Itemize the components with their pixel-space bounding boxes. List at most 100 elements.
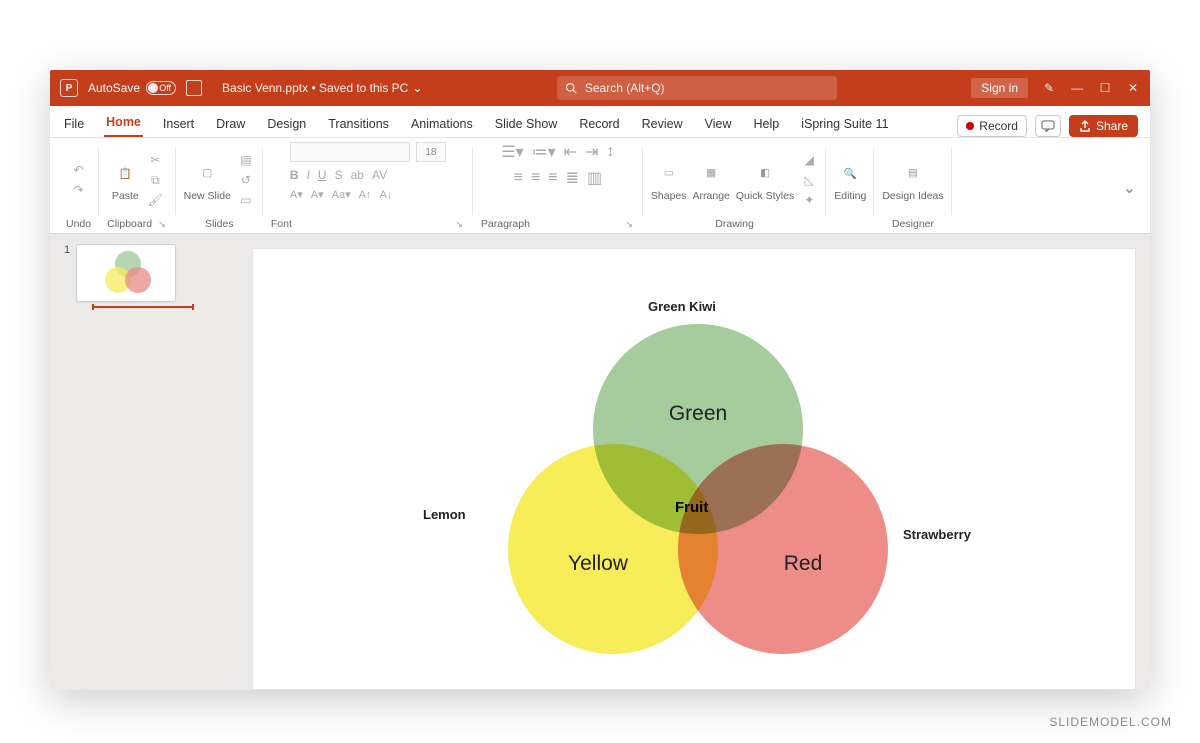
tab-help[interactable]: Help [751,111,781,137]
tab-animations[interactable]: Animations [409,111,475,137]
sign-in-button[interactable]: Sign in [971,78,1028,98]
toggle-switch[interactable]: Off [146,81,176,95]
watermark: SLIDEMODEL.COM [1049,715,1172,729]
maximize-button[interactable]: ☐ [1098,81,1112,95]
venn-circle-red[interactable]: Red [678,444,888,654]
search-icon [565,82,577,94]
shrink-font-button[interactable]: A↓ [379,189,392,201]
tab-review[interactable]: Review [640,111,685,137]
paste-button[interactable]: 📋Paste [110,158,140,202]
font-size-input[interactable]: 18 [416,142,446,162]
slide-canvas[interactable]: Green Kiwi Lemon Strawberry Green Yellow… [252,248,1136,690]
design-ideas-button[interactable]: ▤Design Ideas [882,158,943,202]
tab-ispring[interactable]: iSpring Suite 11 [799,111,890,137]
font-launcher[interactable]: ↘ [455,219,463,230]
comment-icon [1041,120,1055,132]
record-button[interactable]: Record [957,115,1027,137]
spacing-button[interactable]: AV [372,168,387,182]
ribbon: ↶↷ Undo 📋Paste ✂⧉🖌 Clipboard↘ ▢New Slide… [50,138,1150,234]
autosave-toggle[interactable]: AutoSave Off [88,81,176,95]
shape-fill-icon[interactable]: ◢ [800,152,818,168]
powerpoint-icon: P [60,79,78,97]
reset-icon[interactable]: ↺ [237,172,255,188]
thumbnail-selection-indicator [92,306,194,308]
share-button[interactable]: Share [1069,115,1138,137]
new-slide-button[interactable]: ▢New Slide [184,158,231,202]
editing-button[interactable]: 🔍Editing [834,158,866,202]
cut-icon[interactable]: ✂ [146,152,164,168]
document-title[interactable]: Basic Venn.pptx • Saved to this PC⌄ [222,81,422,95]
numbering-button[interactable]: ≔▾ [532,142,556,162]
canvas-area: Green Kiwi Lemon Strawberry Green Yellow… [250,234,1150,690]
minimize-button[interactable]: — [1070,81,1084,95]
font-color-button[interactable]: A▾ [290,188,303,201]
record-dot-icon [966,122,974,130]
tab-insert[interactable]: Insert [161,111,196,137]
venn-center-label: Fruit [675,499,708,516]
paragraph-launcher[interactable]: ↘ [625,219,633,230]
tab-view[interactable]: View [703,111,734,137]
tab-draw[interactable]: Draw [214,111,247,137]
underline-button[interactable]: U [318,168,327,182]
arrange-icon: ▦ [696,158,726,188]
align-right-button[interactable]: ≡ [548,169,557,187]
grow-font-button[interactable]: A↑ [359,189,372,201]
align-center-button[interactable]: ≡ [531,169,540,187]
shape-effects-icon[interactable]: ✦ [800,192,818,208]
undo-icon[interactable]: ↶ [70,162,88,178]
group-designer: ▤Design Ideas Designer [874,142,951,233]
columns-button[interactable]: ▥ [587,168,602,188]
quick-styles-icon: ◧ [750,158,780,188]
slide-thumbnail-1[interactable] [76,244,176,302]
group-undo: ↶↷ Undo [58,142,99,233]
tab-transitions[interactable]: Transitions [326,111,391,137]
save-icon[interactable] [186,80,202,96]
collapse-ribbon-button[interactable]: ⌄ [1117,174,1142,202]
group-slides: ▢New Slide ▤↺▭ Slides [176,142,263,233]
ribbon-tabs: File Home Insert Draw Design Transitions… [50,106,1150,138]
group-drawing: ▭Shapes ▦Arrange ◧Quick Styles ◢◺✦ Drawi… [643,142,826,233]
font-name-input[interactable] [290,142,410,162]
bold-button[interactable]: B [290,168,299,182]
new-slide-icon: ▢ [192,158,222,188]
pen-icon[interactable]: ✎ [1042,81,1056,95]
align-left-button[interactable]: ≡ [514,169,523,187]
arrange-button[interactable]: ▦Arrange [693,158,730,202]
clipboard-launcher[interactable]: ↘ [158,219,166,230]
shapes-button[interactable]: ▭Shapes [651,158,687,202]
change-case-button[interactable]: Aa▾ [332,188,351,201]
tabs-right: Record Share [957,115,1138,137]
slide-number: 1 [64,244,70,308]
tab-design[interactable]: Design [265,111,308,137]
tab-home[interactable]: Home [104,109,143,137]
format-painter-icon[interactable]: 🖌 [146,192,164,208]
titlebar: P AutoSave Off Basic Venn.pptx • Saved t… [50,70,1150,106]
tab-slideshow[interactable]: Slide Show [493,111,560,137]
shadow-button[interactable]: ab [351,168,364,182]
copy-icon[interactable]: ⧉ [146,172,164,188]
workspace: 1 Green Kiwi Lemon Strawberry Green Yell… [50,234,1150,690]
indent-inc-button[interactable]: ⇥ [585,142,598,162]
venn-label-left: Lemon [423,507,466,522]
line-spacing-button[interactable]: ↕ [607,143,615,161]
group-font: 18 B I U S ab AV A▾ A▾ Aa▾ A↑ A↓ Font↘ [263,142,473,233]
quick-styles-button[interactable]: ◧Quick Styles [736,158,794,202]
paste-icon: 📋 [110,158,140,188]
design-ideas-icon: ▤ [898,158,928,188]
shape-outline-icon[interactable]: ◺ [800,172,818,188]
layout-icon[interactable]: ▤ [237,152,255,168]
highlight-button[interactable]: A▾ [311,188,324,201]
comments-button[interactable] [1035,115,1061,137]
bullets-button[interactable]: ☰▾ [501,142,523,162]
section-icon[interactable]: ▭ [237,192,255,208]
italic-button[interactable]: I [307,168,310,182]
strike-button[interactable]: S [335,168,343,182]
tab-file[interactable]: File [62,111,86,137]
tab-record[interactable]: Record [577,111,621,137]
close-button[interactable]: ✕ [1126,81,1140,95]
group-editing: 🔍Editing . [826,142,874,233]
justify-button[interactable]: ≣ [566,168,579,188]
indent-dec-button[interactable]: ⇤ [564,142,577,162]
redo-icon[interactable]: ↷ [70,182,88,198]
search-input[interactable]: Search (Alt+Q) [557,76,837,100]
